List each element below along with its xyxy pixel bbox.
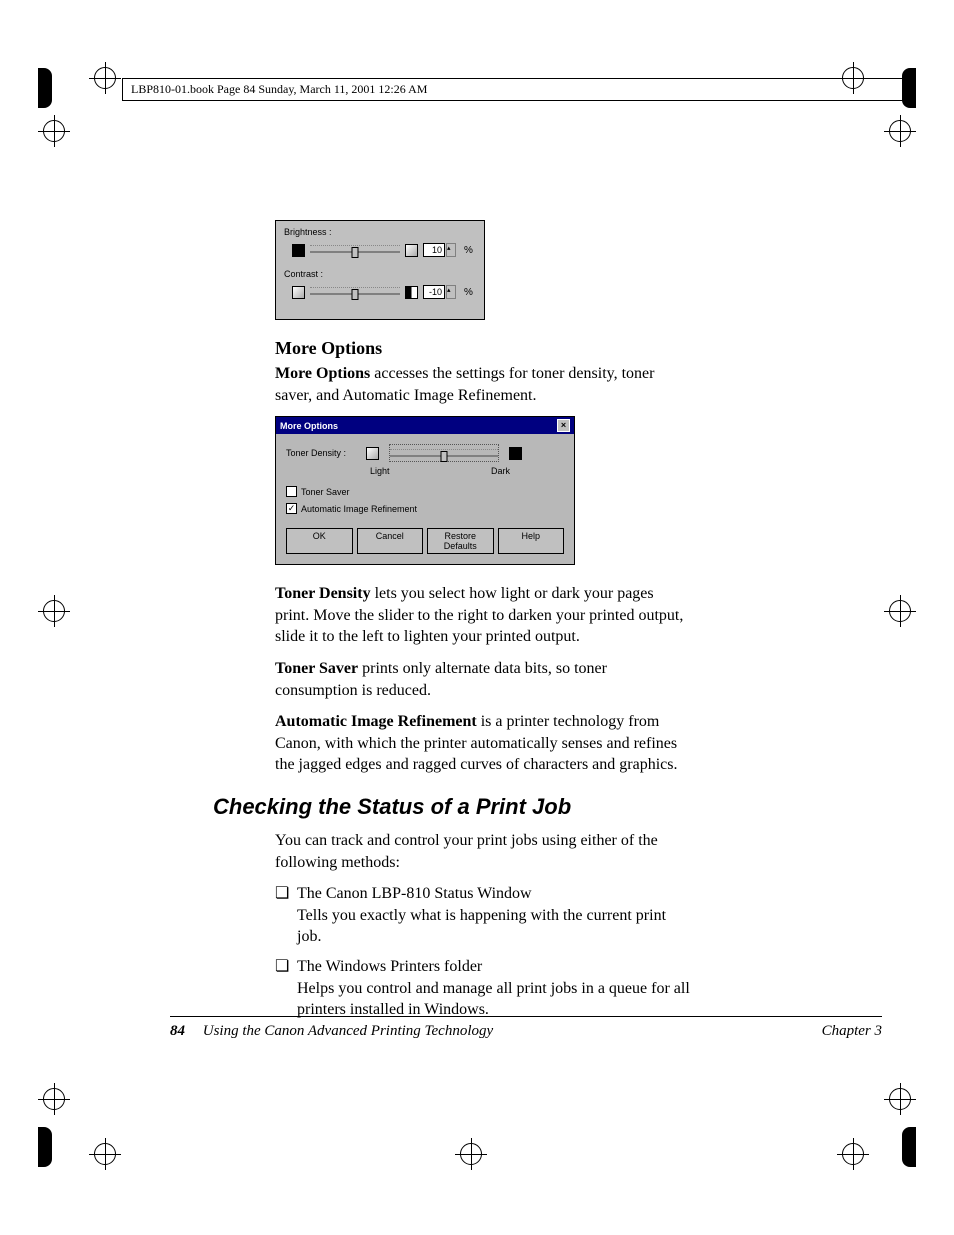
toner-saver-label: Toner Saver bbox=[301, 487, 350, 497]
toner-density-term: Toner Density bbox=[275, 585, 371, 602]
percent-label: % bbox=[464, 287, 473, 298]
more-options-term: More Options bbox=[275, 365, 370, 382]
low-contrast-icon bbox=[292, 286, 305, 299]
close-icon[interactable]: × bbox=[557, 419, 570, 432]
footer-title: Using the Canon Advanced Printing Techno… bbox=[203, 1023, 493, 1039]
bullet-icon: ❏ bbox=[275, 956, 289, 1021]
registration-mark bbox=[889, 120, 911, 142]
status-intro: You can track and control your print job… bbox=[275, 830, 690, 873]
spin-buttons[interactable]: ▴ bbox=[446, 243, 456, 257]
help-button[interactable]: Help bbox=[498, 528, 565, 554]
page-content: Brightness : 10 ▴ % Contrast : -10 bbox=[275, 220, 690, 1029]
air-desc: Automatic Image Refinement is a printer … bbox=[275, 711, 690, 776]
list-item: ❏ The Windows Printers folder Helps you … bbox=[275, 956, 690, 1021]
checkbox-icon[interactable] bbox=[286, 486, 297, 497]
brightness-contrast-panel: Brightness : 10 ▴ % Contrast : -10 bbox=[275, 220, 485, 320]
dark-label: Dark bbox=[491, 466, 510, 476]
crop-bar bbox=[38, 1127, 52, 1167]
crop-bar bbox=[38, 68, 52, 108]
bullet-desc: Tells you exactly what is happening with… bbox=[297, 905, 690, 948]
bullet-icon: ❏ bbox=[275, 883, 289, 948]
contrast-value[interactable]: -10 bbox=[423, 285, 445, 299]
toner-density-row: Toner Density : bbox=[286, 444, 564, 462]
frame-header-text: LBP810-01.book Page 84 Sunday, March 11,… bbox=[131, 82, 427, 96]
crop-bar bbox=[902, 1127, 916, 1167]
bullet-title: The Windows Printers folder bbox=[297, 956, 690, 978]
registration-mark bbox=[94, 67, 116, 89]
spin-buttons[interactable]: ▴ bbox=[446, 285, 456, 299]
air-term: Automatic Image Refinement bbox=[275, 713, 477, 730]
more-options-heading: More Options bbox=[275, 338, 690, 359]
toner-density-slider[interactable] bbox=[389, 444, 499, 462]
toner-density-label: Toner Density : bbox=[286, 448, 356, 458]
cancel-button[interactable]: Cancel bbox=[357, 528, 424, 554]
contrast-row: -10 ▴ % bbox=[292, 283, 476, 301]
checking-status-heading: Checking the Status of a Print Job bbox=[213, 794, 690, 820]
light-icon bbox=[405, 244, 418, 257]
light-label: Light bbox=[370, 466, 390, 476]
percent-label: % bbox=[464, 245, 473, 256]
brightness-slider[interactable] bbox=[310, 241, 400, 259]
brightness-spinner[interactable]: 10 ▴ bbox=[423, 243, 456, 257]
toner-saver-desc: Toner Saver prints only alternate data b… bbox=[275, 658, 690, 701]
toner-saver-term: Toner Saver bbox=[275, 660, 358, 677]
page-number: 84 bbox=[170, 1023, 185, 1039]
registration-mark bbox=[94, 1143, 116, 1165]
bullet-title: The Canon LBP-810 Status Window bbox=[297, 883, 690, 905]
registration-mark bbox=[43, 120, 65, 142]
dark-icon bbox=[292, 244, 305, 257]
toner-saver-checkbox[interactable]: Toner Saver bbox=[286, 486, 564, 497]
dark-icon bbox=[509, 447, 522, 460]
checkbox-icon[interactable]: ✓ bbox=[286, 503, 297, 514]
more-options-dialog: More Options × Toner Density : Light Dar… bbox=[275, 416, 575, 565]
registration-mark bbox=[889, 1088, 911, 1110]
dialog-title: More Options bbox=[280, 421, 338, 431]
contrast-slider[interactable] bbox=[310, 283, 400, 301]
registration-mark bbox=[43, 600, 65, 622]
brightness-row: 10 ▴ % bbox=[292, 241, 476, 259]
dialog-titlebar: More Options × bbox=[276, 417, 574, 434]
toner-density-desc: Toner Density lets you select how light … bbox=[275, 583, 690, 648]
high-contrast-icon bbox=[405, 286, 418, 299]
light-icon bbox=[366, 447, 379, 460]
ok-button[interactable]: OK bbox=[286, 528, 353, 554]
air-checkbox[interactable]: ✓ Automatic Image Refinement bbox=[286, 503, 564, 514]
contrast-label: Contrast : bbox=[284, 269, 476, 279]
contrast-spinner[interactable]: -10 ▴ bbox=[423, 285, 456, 299]
page-footer: 84 Using the Canon Advanced Printing Tec… bbox=[170, 1016, 882, 1040]
brightness-value[interactable]: 10 bbox=[423, 243, 445, 257]
registration-mark bbox=[842, 1143, 864, 1165]
restore-defaults-button[interactable]: Restore Defaults bbox=[427, 528, 494, 554]
registration-mark bbox=[460, 1143, 482, 1165]
frame-header: LBP810-01.book Page 84 Sunday, March 11,… bbox=[122, 78, 916, 101]
list-item: ❏ The Canon LBP-810 Status Window Tells … bbox=[275, 883, 690, 948]
more-options-desc: More Options accesses the settings for t… bbox=[275, 363, 690, 406]
footer-chapter: Chapter 3 bbox=[822, 1023, 882, 1040]
air-label: Automatic Image Refinement bbox=[301, 504, 417, 514]
registration-mark bbox=[43, 1088, 65, 1110]
registration-mark bbox=[889, 600, 911, 622]
bullet-desc: Helps you control and manage all print j… bbox=[297, 978, 690, 1021]
brightness-label: Brightness : bbox=[284, 227, 476, 237]
